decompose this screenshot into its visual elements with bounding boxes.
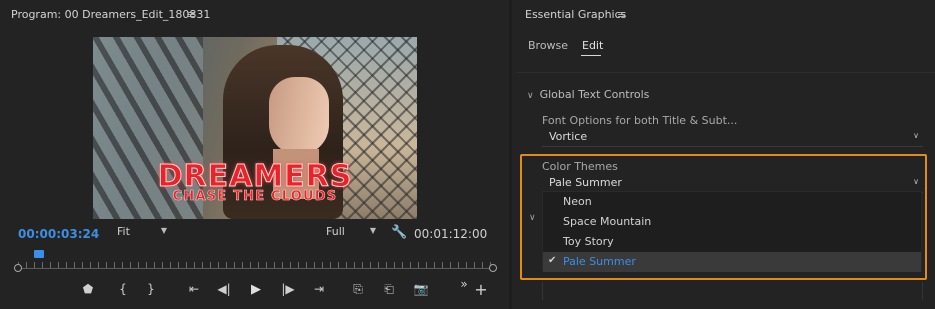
highlight-callout <box>520 154 927 280</box>
zoom-select[interactable]: Fit ▼ <box>117 225 169 241</box>
step-back-button[interactable]: ◀| <box>214 282 234 296</box>
video-preview[interactable]: DREAMERS CHASE THE CLOUDS <box>93 37 417 219</box>
current-timecode[interactable]: 00:00:03:24 <box>18 227 99 241</box>
timeline-ruler[interactable] <box>18 256 494 270</box>
panel-menu-icon[interactable]: ≡ <box>186 8 195 21</box>
duration-timecode: 00:01:12:00 <box>414 227 488 241</box>
chevron-down-icon: ∨ <box>913 131 919 140</box>
chevron-down-icon: ▼ <box>369 226 376 235</box>
add-button[interactable]: + <box>471 280 491 299</box>
font-dropdown[interactable]: Vortice ∨ <box>542 129 923 147</box>
panel-title: Program: 00 Dreamers_Edit_180831 <box>11 8 211 21</box>
mark-in-button[interactable]: { <box>113 282 133 296</box>
extract-button[interactable]: ⎗ <box>379 282 399 297</box>
panel-menu-icon[interactable]: ≡ <box>617 8 626 21</box>
ruler-line <box>18 268 494 269</box>
resolution-select-value: Full <box>326 225 345 238</box>
chevron-down-icon: ∨ <box>527 91 534 101</box>
mark-out-button[interactable]: } <box>141 282 161 296</box>
zoom-select-value: Fit <box>117 225 130 238</box>
active-tab-indicator <box>581 55 601 56</box>
tab-edit[interactable]: Edit <box>582 39 603 52</box>
lift-button[interactable]: ⎘ <box>348 282 368 297</box>
tab-browse[interactable]: Browse <box>528 39 568 52</box>
go-to-out-button[interactable]: ⇥ <box>309 282 329 296</box>
go-to-in-button[interactable]: ⇤ <box>184 282 204 296</box>
transport-controls: ⬟ { } ⇤ ◀| ▶ |▶ ⇥ ⎘ ⎗ 📷 » + <box>0 277 509 300</box>
resolution-select[interactable]: Full ▼ <box>326 225 378 241</box>
step-forward-button[interactable]: |▶ <box>278 282 298 296</box>
chevron-down-icon: ▼ <box>160 226 167 235</box>
play-button[interactable]: ▶ <box>246 282 266 297</box>
section-title: Global Text Controls <box>539 88 650 101</box>
export-frame-button[interactable]: 📷 <box>411 282 431 296</box>
divider <box>517 72 935 73</box>
marker-button[interactable]: ⬟ <box>78 282 98 296</box>
subject-face <box>269 77 329 155</box>
out-point-handle[interactable] <box>489 264 497 272</box>
panel-title: Essential Graphics <box>525 8 627 21</box>
empty-field <box>542 282 923 300</box>
playhead[interactable] <box>34 250 44 258</box>
font-options-label: Font Options for both Title & Subt... <box>542 114 738 127</box>
font-dropdown-value: Vortice <box>549 130 588 143</box>
wrench-icon[interactable]: 🔧 <box>391 225 407 240</box>
section-global-text-controls[interactable]: ∨ Global Text Controls <box>527 88 649 101</box>
program-monitor-panel: Program: 00 Dreamers_Edit_180831 ≡ DREAM… <box>0 0 509 309</box>
in-point-handle[interactable] <box>14 264 22 272</box>
video-subtitle-text: CHASE THE CLOUDS <box>172 189 338 205</box>
